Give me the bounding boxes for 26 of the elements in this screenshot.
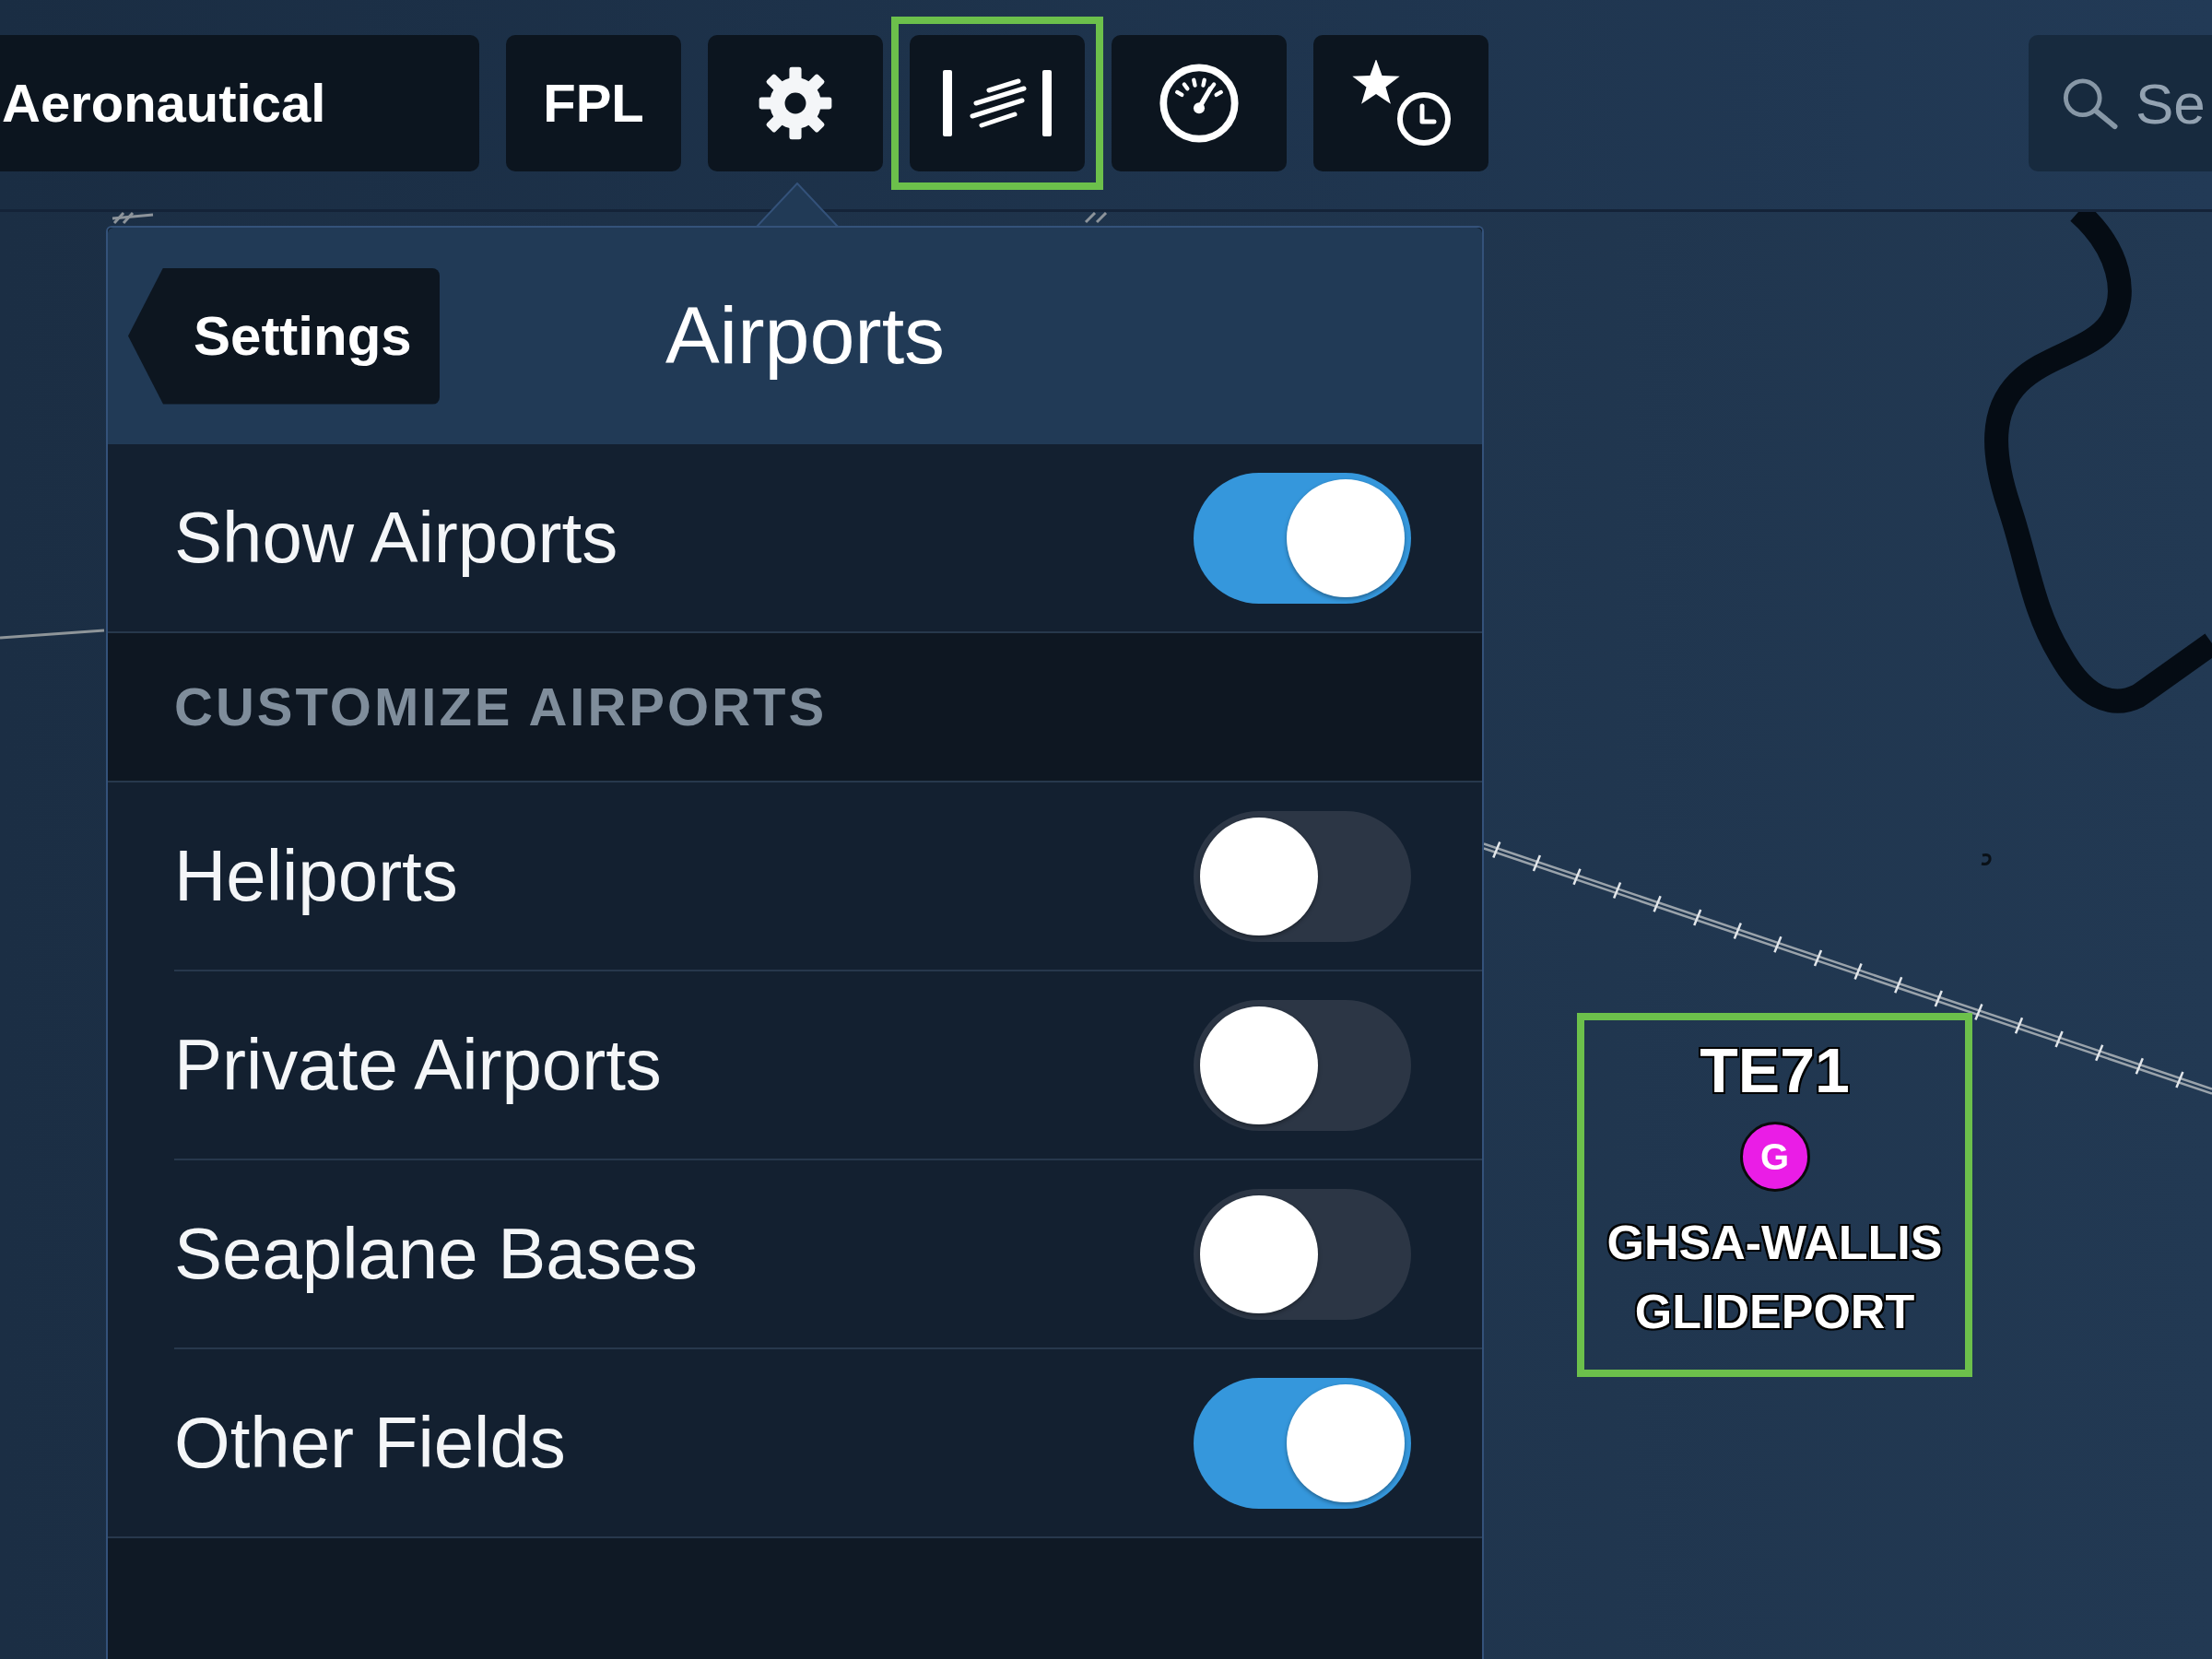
search-field[interactable]: Se bbox=[2029, 35, 2212, 171]
setting-label: Show Airports bbox=[174, 498, 618, 578]
railroad-line bbox=[112, 212, 154, 224]
map-symbol-icon bbox=[1981, 853, 1992, 865]
setting-label: Private Airports bbox=[174, 1025, 662, 1105]
toolbar-button[interactable] bbox=[910, 35, 1085, 171]
toolbar-button[interactable] bbox=[1112, 35, 1287, 171]
setting-label: Seaplane Bases bbox=[174, 1214, 699, 1294]
toolbar-button[interactable] bbox=[1313, 35, 1488, 171]
airport-name: GHSA-WALLIS GLIDEPORT bbox=[1606, 1214, 1944, 1341]
gauge-icon bbox=[1159, 64, 1239, 143]
railroad-line bbox=[1084, 212, 1108, 224]
search-icon bbox=[2061, 76, 2119, 130]
toolbar-button[interactable]: FPL bbox=[506, 35, 681, 171]
back-button[interactable]: Settings bbox=[128, 267, 440, 405]
setting-label: Other Fields bbox=[174, 1403, 566, 1483]
star-clock-icon bbox=[1350, 60, 1452, 147]
panel-title: Airports bbox=[665, 291, 946, 381]
airport-symbol: G bbox=[1739, 1121, 1810, 1192]
airport-code: TE71 bbox=[1700, 1036, 1850, 1105]
toolbar-button[interactable]: Aeronautical bbox=[0, 35, 479, 171]
section-title: CUSTOMIZE AIRPORTS bbox=[174, 677, 828, 736]
gear-icon bbox=[758, 65, 833, 141]
bracket-lines-icon bbox=[943, 70, 1052, 136]
setting-label: Heliports bbox=[174, 836, 458, 916]
toolbar-button[interactable] bbox=[708, 35, 883, 171]
